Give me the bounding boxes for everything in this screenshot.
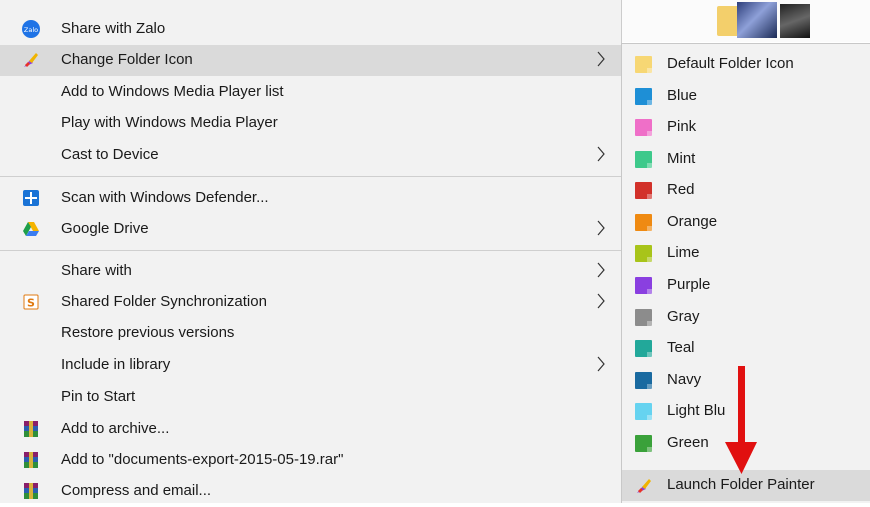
folder-color-swatch-icon — [635, 56, 652, 73]
zalo-icon: Zalo — [22, 20, 40, 38]
submenu-item-label: Light Blu — [667, 402, 726, 419]
red-arrow-annotation — [725, 366, 757, 474]
chevron-right-icon — [597, 293, 605, 309]
submenu-item-label: Red — [667, 181, 695, 198]
folder-color-swatch-icon — [635, 403, 652, 420]
submenu-item-blue[interactable]: Blue — [622, 81, 870, 112]
menu-item-label: Compress and email... — [61, 482, 212, 499]
menu-item-pin-to-start[interactable]: Pin to Start — [0, 382, 621, 413]
submenu-item-red[interactable]: Red — [622, 175, 870, 206]
menu-item-label: Restore previous versions — [61, 324, 235, 341]
menu-item-shared-folder-sync[interactable]: S Shared Folder Synchronization — [0, 287, 621, 318]
menu-item-label: Scan with Windows Defender... — [61, 189, 269, 206]
menu-item-include-in-library[interactable]: Include in library — [0, 350, 621, 381]
chevron-right-icon — [597, 146, 605, 162]
submenu-item-label: Orange — [667, 213, 718, 230]
menu-item-label: Pin to Start — [61, 388, 136, 405]
menu-item-change-folder-icon[interactable]: Change Folder Icon — [0, 45, 621, 76]
sync-icon: S — [23, 294, 39, 310]
menu-item-label: Shared Folder Synchronization — [61, 293, 267, 310]
submenu-item-teal[interactable]: Teal — [622, 333, 870, 364]
menu-item-share-with[interactable]: Share with — [0, 256, 621, 287]
svg-text:Zalo: Zalo — [24, 26, 38, 34]
folder-painter-icon — [24, 53, 38, 67]
submenu-item-label: Blue — [667, 87, 698, 104]
windows-defender-icon — [23, 190, 39, 206]
folder-color-swatch-icon — [635, 245, 652, 262]
submenu-item-gray[interactable]: Gray — [622, 302, 870, 333]
folder-color-swatch-icon — [635, 277, 652, 294]
submenu-item-pink[interactable]: Pink — [622, 112, 870, 143]
submenu-item-label: Teal — [667, 339, 695, 356]
folder-painter-icon — [637, 479, 651, 493]
menu-separator — [0, 176, 621, 177]
submenu-item-label: Mint — [667, 150, 696, 167]
submenu-item-lime[interactable]: Lime — [622, 238, 870, 269]
chevron-right-icon — [597, 51, 605, 67]
chevron-right-icon — [597, 220, 605, 236]
menu-item-label: Cast to Device — [61, 146, 159, 163]
menu-item-scan-with-defender[interactable]: Scan with Windows Defender... — [0, 183, 621, 214]
winrar-icon — [24, 421, 38, 437]
folder-color-swatch-icon — [635, 340, 652, 357]
menu-item-label: Change Folder Icon — [61, 51, 193, 68]
menu-item-compress-and-email[interactable]: Compress and email... — [0, 476, 621, 507]
chevron-right-icon — [597, 356, 605, 372]
submenu-item-label: Gray — [667, 308, 700, 325]
menu-item-label: Google Drive — [61, 220, 149, 237]
menu-item-add-to-wmp-list[interactable]: Add to Windows Media Player list — [0, 77, 621, 108]
winrar-icon — [24, 452, 38, 468]
menu-item-label: Add to archive... — [61, 420, 170, 437]
folder-color-swatch-icon — [635, 309, 652, 326]
menu-item-add-to-archive[interactable]: Add to archive... — [0, 414, 621, 445]
folder-color-swatch-icon — [635, 151, 652, 168]
submenu-item-label: Green — [667, 434, 709, 451]
menu-item-restore-previous-versions[interactable]: Restore previous versions — [0, 318, 621, 349]
menu-item-label: Play with Windows Media Player — [61, 114, 278, 131]
folder-color-swatch-icon — [635, 88, 652, 105]
submenu-item-default-folder-icon[interactable]: Default Folder Icon — [622, 49, 870, 80]
image-thumbnail — [737, 2, 777, 38]
folder-color-swatch-icon — [635, 119, 652, 136]
folder-color-swatch-icon — [635, 182, 652, 199]
menu-item-share-with-zalo[interactable]: Zalo Share with Zalo — [0, 14, 621, 45]
menu-item-google-drive[interactable]: Google Drive — [0, 214, 621, 245]
menu-item-label: Share with — [61, 262, 132, 279]
folder-thumbnail — [717, 6, 739, 36]
menu-item-label: Share with Zalo — [61, 20, 166, 37]
submenu-item-label: Launch Folder Painter — [667, 476, 815, 493]
submenu-item-label: Purple — [667, 276, 711, 293]
submenu-item-label: Default Folder Icon — [667, 55, 794, 72]
explorer-background — [622, 0, 870, 42]
submenu-item-mint[interactable]: Mint — [622, 144, 870, 175]
submenu-item-purple[interactable]: Purple — [622, 270, 870, 301]
menu-item-add-to-rar[interactable]: Add to "documents-export-2015-05-19.rar" — [0, 445, 621, 476]
menu-separator — [0, 250, 621, 251]
google-drive-icon — [23, 222, 39, 236]
submenu-item-orange[interactable]: Orange — [622, 207, 870, 238]
image-thumbnail — [780, 4, 810, 38]
winrar-icon — [24, 483, 38, 499]
menu-item-play-with-wmp[interactable]: Play with Windows Media Player — [0, 108, 621, 139]
menu-item-label: Add to Windows Media Player list — [61, 83, 284, 100]
folder-color-swatch-icon — [635, 435, 652, 452]
context-menu: Zalo Share with Zalo Change Folder Icon … — [0, 0, 622, 503]
folder-color-swatch-icon — [635, 214, 652, 231]
menu-item-label: Include in library — [61, 356, 171, 373]
menu-item-label: Add to "documents-export-2015-05-19.rar" — [61, 451, 344, 468]
submenu-item-label: Navy — [667, 371, 702, 388]
submenu-item-label: Lime — [667, 244, 700, 261]
chevron-right-icon — [597, 262, 605, 278]
submenu-item-label: Pink — [667, 118, 697, 135]
menu-item-cast-to-device[interactable]: Cast to Device — [0, 140, 621, 171]
folder-color-swatch-icon — [635, 372, 652, 389]
svg-text:S: S — [27, 297, 35, 310]
